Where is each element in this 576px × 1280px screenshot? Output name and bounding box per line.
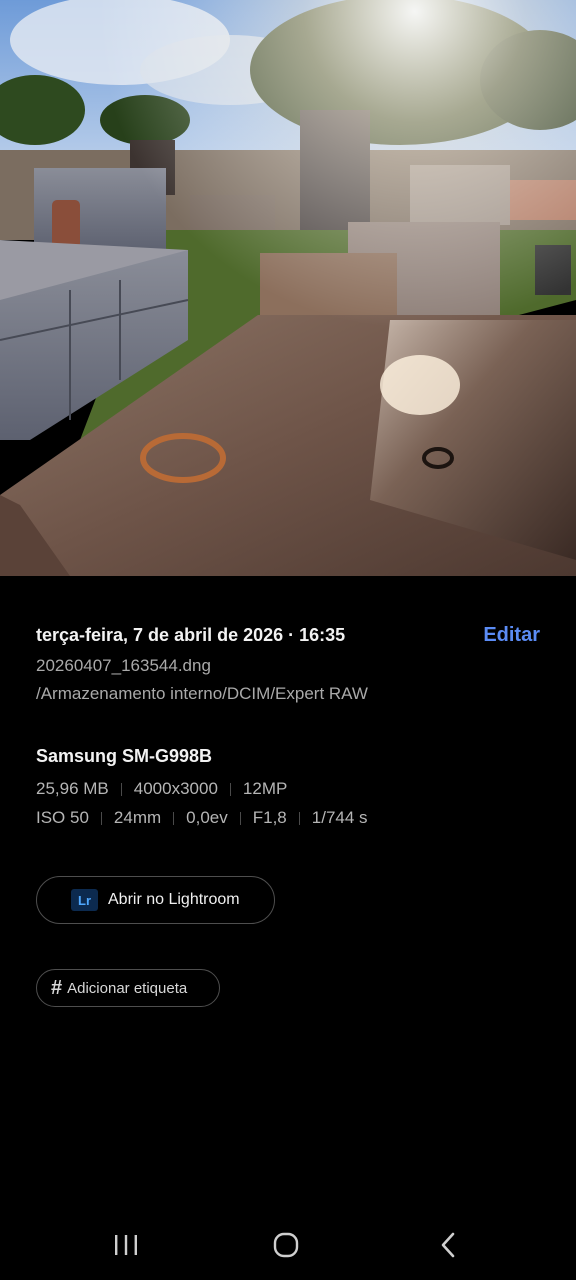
file-path: /Armazenamento interno/DCIM/Expert RAW xyxy=(36,684,368,703)
exposure-value: 0,0ev xyxy=(186,808,228,827)
divider xyxy=(100,811,102,825)
home-button[interactable] xyxy=(266,1228,306,1262)
back-button[interactable] xyxy=(428,1228,468,1262)
focal-length: 24mm xyxy=(113,808,162,827)
recent-apps-icon xyxy=(115,1235,137,1255)
hash-icon: # xyxy=(51,976,63,999)
file-size: 25,96 MB xyxy=(36,779,109,798)
lightroom-button-label: Abrir no Lightroom xyxy=(108,891,240,908)
divider xyxy=(298,811,300,825)
photo-image xyxy=(0,0,576,576)
camera-specs-row: ISO 50 24mm 0,0ev F1,8 1/744 s xyxy=(36,808,368,828)
divider xyxy=(173,811,175,825)
file-specs-row: 25,96 MB 4000x3000 12MP xyxy=(36,779,287,799)
home-icon xyxy=(273,1232,299,1258)
divider xyxy=(229,782,231,796)
divider xyxy=(120,782,122,796)
system-navigation-bar xyxy=(0,1212,576,1280)
back-icon xyxy=(441,1232,455,1258)
date-row: terça-feira, 7 de abril de 2026 · 16:35 … xyxy=(36,622,540,648)
lightroom-icon: Lr xyxy=(71,889,98,911)
edit-button[interactable]: Editar xyxy=(483,624,540,647)
photo-preview[interactable] xyxy=(0,0,576,576)
recent-apps-button[interactable] xyxy=(106,1228,146,1262)
resolution: 4000x3000 xyxy=(133,779,218,798)
device-model: Samsung SM-G998B xyxy=(36,746,213,766)
iso-value: ISO 50 xyxy=(36,808,89,827)
shutter-speed: 1/744 s xyxy=(311,808,368,827)
aperture: F1,8 xyxy=(252,808,287,827)
megapixels: 12MP xyxy=(242,779,288,798)
add-tag-label: Adicionar etiqueta xyxy=(67,979,188,997)
photo-details-panel: terça-feira, 7 de abril de 2026 · 16:35 … xyxy=(0,576,576,1212)
add-tag-button[interactable]: # Adicionar etiqueta xyxy=(36,969,220,1007)
photo-date-time: terça-feira, 7 de abril de 2026 · 16:35 xyxy=(36,624,346,645)
divider xyxy=(239,811,241,825)
file-name: 20260407_163544.dng xyxy=(36,656,211,675)
open-in-lightroom-button[interactable]: Lr Abrir no Lightroom xyxy=(36,876,275,924)
